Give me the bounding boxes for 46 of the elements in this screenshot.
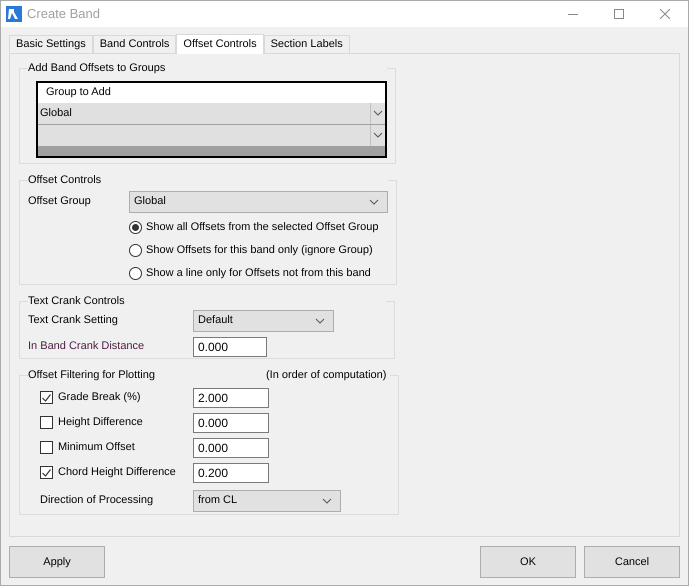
number-field[interactable]: 2.000 — [193, 388, 269, 408]
dropdown-arrow[interactable] — [370, 102, 385, 124]
checkbox-option[interactable]: Grade Break (%) — [40, 389, 193, 406]
dropdown[interactable]: Global — [129, 190, 388, 212]
maximize-icon — [614, 9, 624, 19]
close-icon — [660, 9, 670, 19]
radio-option[interactable]: Show a line only for Offsets not from this band — [129, 264, 371, 282]
number-field[interactable]: 0.000 — [193, 336, 267, 356]
radio-option[interactable]: Show all Offsets from the selected Offset Group — [129, 218, 379, 236]
chevron-down-icon — [373, 132, 383, 138]
number-field[interactable]: 0.000 — [193, 438, 269, 458]
column-header: Group to Add — [38, 82, 385, 102]
radio-button[interactable] — [129, 267, 142, 280]
checkbox[interactable] — [40, 441, 53, 454]
field-label: In Band Crank Distance — [28, 339, 146, 354]
window-title: Create Band — [27, 5, 100, 24]
radio-button[interactable] — [129, 244, 142, 257]
dropdown-arrow[interactable] — [370, 124, 385, 146]
ok-button[interactable]: OK — [480, 546, 576, 578]
tab[interactable]: Band Controls — [92, 35, 176, 53]
field-label: Text Crank Setting — [28, 313, 119, 328]
field-label: Offset Group — [28, 194, 92, 210]
dropdown[interactable]: Default — [193, 310, 334, 332]
chevron-down-icon — [373, 110, 383, 116]
number-field[interactable]: 0.200 — [193, 462, 269, 482]
checkbox-option[interactable]: Chord Height Difference — [40, 464, 193, 481]
tab[interactable]: Offset Controls — [176, 34, 264, 54]
radio-button[interactable] — [129, 221, 142, 234]
checkbox-option[interactable]: Height Difference — [40, 414, 193, 431]
dropdown[interactable]: from CL — [193, 490, 341, 512]
cancel-button[interactable]: Cancel — [584, 546, 680, 578]
radio-option[interactable]: Show Offsets for this band only (ignore Group) — [129, 242, 373, 260]
number-field[interactable]: 0.000 — [193, 412, 269, 432]
checkbox-option[interactable]: Minimum Offset — [40, 439, 193, 456]
chevron-down-icon — [315, 318, 325, 324]
chevron-down-icon — [369, 198, 379, 204]
tab[interactable]: Basic Settings — [9, 35, 93, 53]
checkbox[interactable] — [40, 466, 53, 479]
chevron-down-icon — [322, 498, 332, 504]
checkbox[interactable] — [40, 416, 53, 429]
grid-row[interactable]: Global — [38, 102, 385, 124]
field-label: Direction of Processing — [40, 493, 154, 508]
apply-button[interactable]: Apply — [9, 546, 105, 578]
checkbox[interactable] — [40, 391, 53, 404]
tab[interactable]: Section Labels — [264, 35, 350, 53]
app-logo-icon — [6, 6, 22, 22]
